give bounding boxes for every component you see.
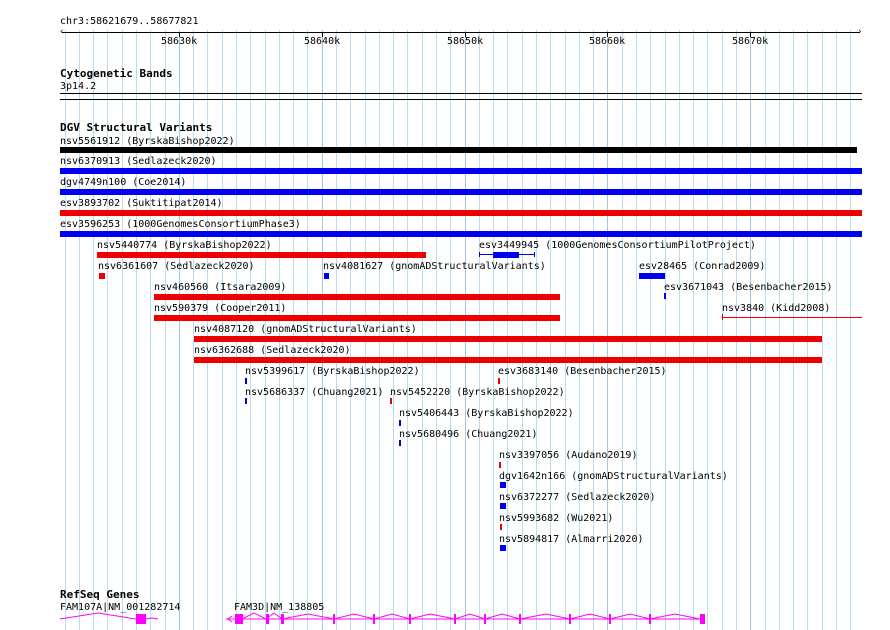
gene-models[interactable] — [0, 0, 890, 630]
gene-model-fam3d[interactable] — [226, 612, 705, 624]
gene-model-fam107a[interactable] — [59, 612, 159, 624]
